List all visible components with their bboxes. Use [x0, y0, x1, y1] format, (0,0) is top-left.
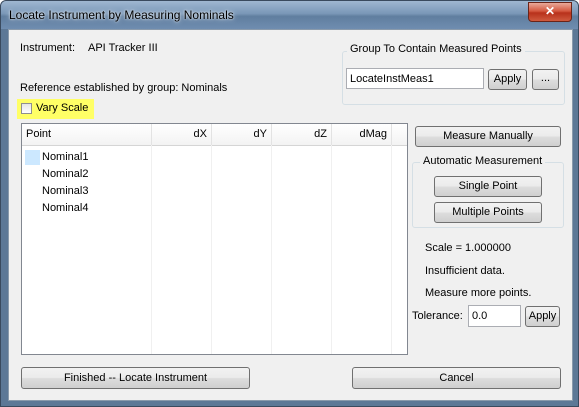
table-header: Point dX dY dZ dMag — [22, 124, 407, 146]
row-point-name: Nominal2 — [42, 168, 89, 180]
group-name-input[interactable] — [346, 68, 484, 89]
finished-locate-instrument-button[interactable]: Finished -- Locate Instrument — [21, 367, 250, 389]
auto-measure-title: Automatic Measurement — [420, 155, 546, 167]
table-row[interactable]: Nominal4 — [22, 200, 407, 217]
title-bar[interactable]: Locate Instrument by Measuring Nominals … — [1, 1, 578, 29]
reference-text: Reference established by group: Nominals — [20, 82, 228, 94]
column-header-dz[interactable]: dZ — [272, 124, 332, 145]
tolerance-apply-button[interactable]: Apply — [525, 306, 560, 327]
close-button[interactable]: ✕ — [528, 2, 572, 22]
group-browse-button[interactable]: ... — [532, 69, 559, 90]
instrument-value: API Tracker III — [88, 42, 158, 54]
insufficient-data-text: Insufficient data. — [425, 265, 505, 277]
single-point-button[interactable]: Single Point — [434, 176, 542, 197]
column-header-dx[interactable]: dX — [152, 124, 212, 145]
column-header-point[interactable]: Point — [22, 124, 152, 145]
cancel-button[interactable]: Cancel — [352, 367, 561, 389]
vary-scale-checkbox[interactable] — [21, 103, 32, 114]
column-header-dmag[interactable]: dMag — [332, 124, 392, 145]
dialog-client-area: Instrument: API Tracker III Reference es… — [8, 29, 573, 401]
tolerance-input[interactable] — [468, 305, 521, 327]
tolerance-label: Tolerance: — [412, 310, 463, 322]
window-title: Locate Instrument by Measuring Nominals — [9, 8, 234, 22]
table-row[interactable]: Nominal1 — [22, 149, 407, 166]
points-table[interactable]: Point dX dY dZ dMag Nominal1 Nominal2 No… — [21, 123, 408, 355]
column-header-dy[interactable]: dY — [212, 124, 272, 145]
dialog-window: Locate Instrument by Measuring Nominals … — [0, 0, 579, 407]
vary-scale-label[interactable]: Vary Scale — [36, 102, 88, 114]
instrument-label: Instrument: — [20, 42, 76, 54]
row-point-name: Nominal4 — [42, 202, 89, 214]
measure-more-text: Measure more points. — [425, 287, 532, 299]
row-selection-indicator — [25, 150, 40, 165]
close-icon: ✕ — [544, 4, 556, 18]
measure-manually-button[interactable]: Measure Manually — [415, 126, 561, 147]
group-apply-button[interactable]: Apply — [488, 69, 527, 90]
table-row[interactable]: Nominal3 — [22, 183, 407, 200]
multiple-points-button[interactable]: Multiple Points — [434, 202, 542, 223]
row-point-name: Nominal1 — [42, 151, 89, 163]
scale-status-text: Scale = 1.000000 — [425, 242, 511, 254]
row-point-name: Nominal3 — [42, 185, 89, 197]
table-row[interactable]: Nominal2 — [22, 166, 407, 183]
group-contain-title: Group To Contain Measured Points — [347, 43, 525, 55]
